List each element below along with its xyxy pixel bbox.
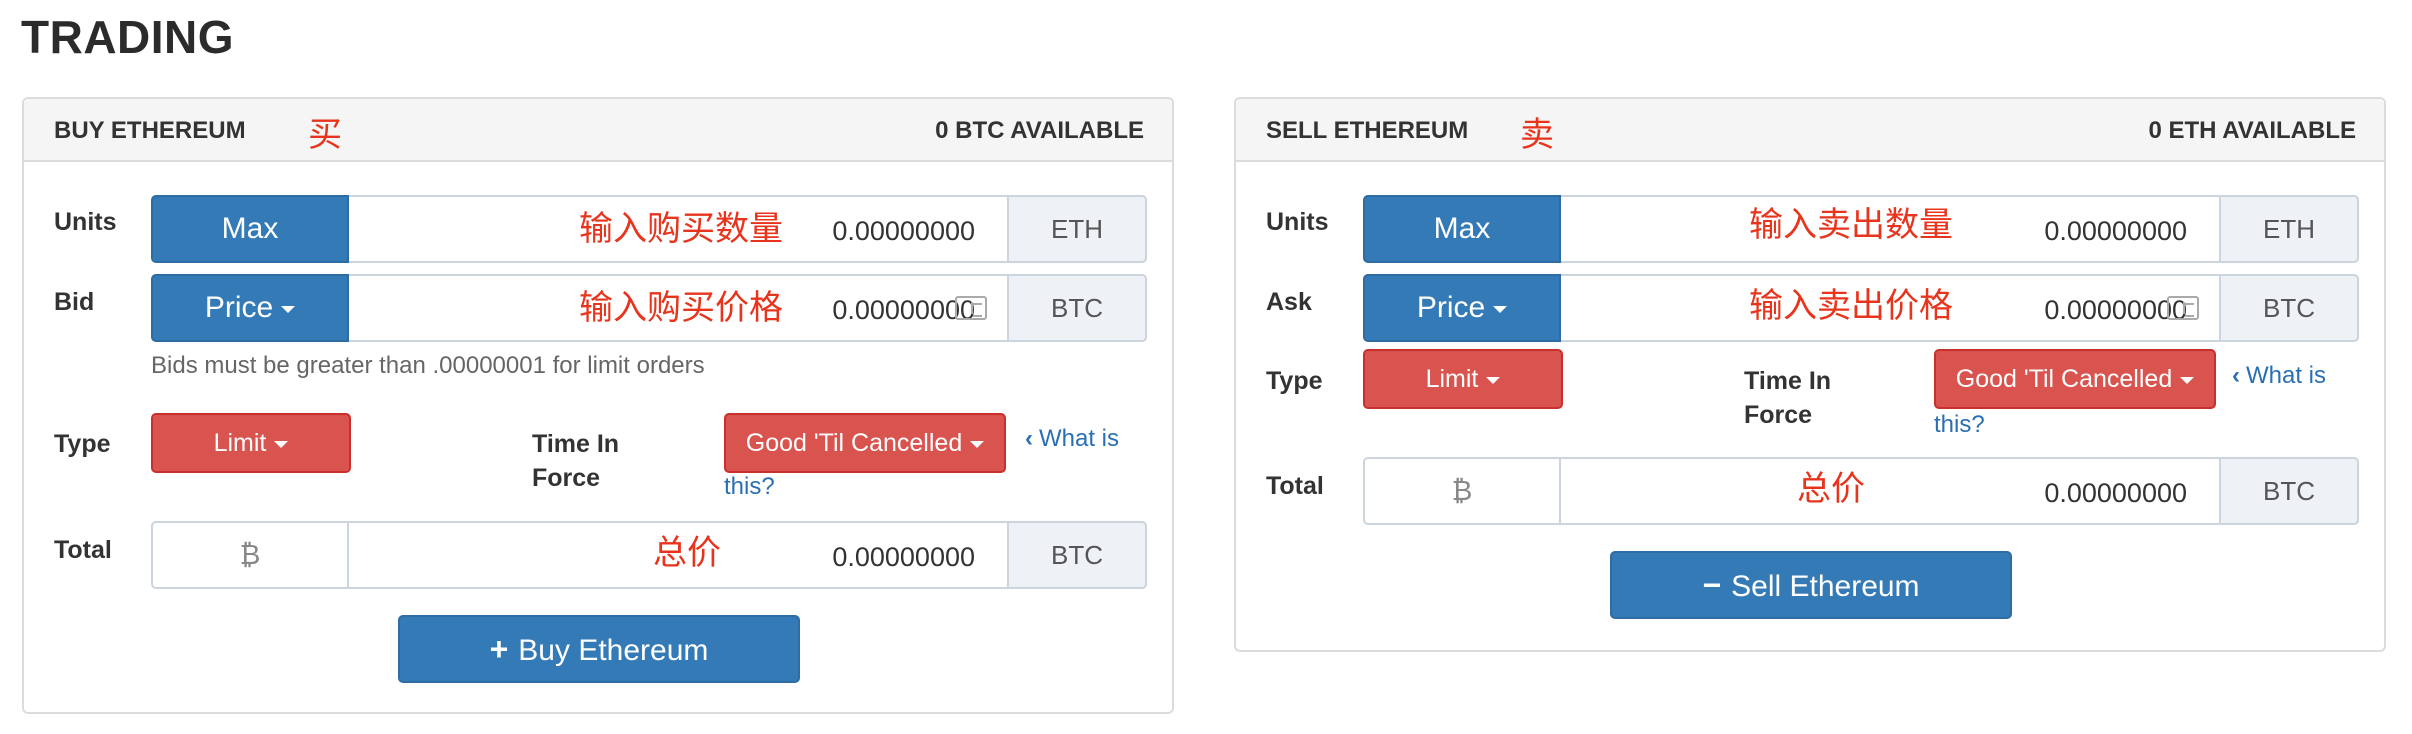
sell-price-input-group: Price 输入卖出价格 0.00000000 BTC: [1363, 274, 2359, 342]
sell-price-input[interactable]: 0.00000000: [1565, 276, 2187, 340]
buy-tif-label: Time In Force: [532, 427, 619, 495]
buy-panel: BUY ETHEREUM 买 0 BTC AVAILABLE Units Max…: [22, 97, 1174, 714]
sell-panel-title: SELL ETHEREUM: [1266, 117, 1469, 144]
sell-units-input-group: Max 输入卖出数量 0.00000000 ETH: [1363, 195, 2359, 263]
sell-units-currency: ETH: [2219, 195, 2359, 263]
sell-ethereum-button-label: Sell Ethereum: [1731, 570, 1920, 603]
buy-units-input-group: Max 输入购买数量 0.00000000 ETH: [151, 195, 1147, 263]
buy-help-text: Bids must be greater than .00000001 for …: [151, 352, 705, 379]
calculator-icon[interactable]: [2167, 296, 2199, 320]
buy-type-value: Limit: [213, 429, 267, 457]
calculator-icon[interactable]: [955, 296, 987, 320]
sell-tif-label: Time In Force: [1744, 364, 1831, 432]
sell-price-dropdown[interactable]: Price: [1363, 274, 1561, 342]
buy-panel-header: BUY ETHEREUM 买 0 BTC AVAILABLE: [24, 99, 1172, 162]
buy-units-input[interactable]: 0.00000000: [353, 197, 975, 261]
sell-panel-header: SELL ETHEREUM 卖 0 ETH AVAILABLE: [1236, 99, 2384, 162]
sell-available-balance: 0 ETH AVAILABLE: [2148, 117, 2356, 144]
buy-units-currency: ETH: [1007, 195, 1147, 263]
page-title: TRADING: [21, 11, 235, 63]
buy-total-currency: BTC: [1007, 521, 1147, 589]
buy-ethereum-button[interactable]: + Buy Ethereum: [398, 615, 800, 683]
bitcoin-icon: ₿: [1365, 459, 1561, 523]
caret-down-icon: [274, 440, 289, 448]
buy-type-label: Type: [54, 430, 111, 458]
buy-price-currency: BTC: [1007, 274, 1147, 342]
buy-total-input-group: ₿ 总价 0.00000000 BTC: [151, 521, 1147, 589]
buy-max-button[interactable]: Max: [151, 195, 349, 263]
plus-icon: +: [489, 631, 509, 667]
buy-available-balance: 0 BTC AVAILABLE: [935, 117, 1144, 144]
buy-bid-label: Bid: [54, 288, 95, 316]
sell-total-currency: BTC: [2219, 457, 2359, 525]
sell-type-value: Limit: [1425, 365, 1479, 393]
buy-panel-title: BUY ETHEREUM: [54, 117, 246, 144]
sell-tif-dropdown[interactable]: Good 'Til Cancelled: [1934, 349, 2216, 409]
sell-what-is-text: What is: [2246, 362, 2327, 389]
buy-price-dropdown[interactable]: Price: [151, 274, 349, 342]
caret-down-icon: [1486, 376, 1501, 384]
buy-price-input-group: Price 输入购买价格 0.00000000 BTC: [151, 274, 1147, 342]
minus-icon: −: [1702, 567, 1722, 603]
sell-tif-label-line-2: Force: [1744, 401, 1813, 429]
sell-type-label: Type: [1266, 367, 1323, 395]
caret-down-icon: [1493, 305, 1508, 313]
caret-down-icon: [281, 305, 296, 313]
buy-tif-dropdown[interactable]: Good 'Til Cancelled: [724, 413, 1006, 473]
sell-ask-label: Ask: [1266, 288, 1312, 316]
sell-total-input-group: ₿ 总价 0.00000000 BTC: [1363, 457, 2359, 525]
caret-down-icon: [970, 440, 985, 448]
sell-max-button[interactable]: Max: [1363, 195, 1561, 263]
chevron-left-icon: ‹: [1025, 425, 1033, 452]
buy-total-label: Total: [54, 536, 112, 564]
buy-tif-value: Good 'Til Cancelled: [745, 429, 963, 457]
sell-units-input[interactable]: 0.00000000: [1565, 197, 2187, 261]
sell-what-is-link-continued[interactable]: this?: [1934, 407, 1985, 443]
buy-total-input[interactable]: 0.00000000: [353, 523, 975, 587]
sell-tif-label-line-1: Time In: [1744, 367, 1832, 395]
chevron-left-icon: ‹: [2232, 362, 2240, 389]
sell-units-label: Units: [1266, 208, 1329, 236]
buy-units-label: Units: [54, 208, 117, 236]
sell-panel: SELL ETHEREUM 卖 0 ETH AVAILABLE Units Ma…: [1234, 97, 2386, 652]
sell-ethereum-button[interactable]: − Sell Ethereum: [1610, 551, 2012, 619]
buy-header-annotation: 买: [308, 115, 342, 155]
sell-price-currency: BTC: [2219, 274, 2359, 342]
buy-price-dropdown-label: Price: [204, 291, 274, 324]
buy-tif-label-line-1: Time In: [532, 430, 620, 458]
buy-what-is-link-continued[interactable]: this?: [724, 469, 775, 505]
buy-tif-label-line-2: Force: [532, 464, 601, 492]
buy-ethereum-button-label: Buy Ethereum: [518, 634, 709, 667]
buy-type-dropdown[interactable]: Limit: [151, 413, 351, 473]
sell-what-is-link[interactable]: ‹ What is: [2232, 358, 2326, 394]
caret-down-icon: [2180, 376, 2195, 384]
bitcoin-icon: ₿: [153, 523, 349, 587]
sell-price-dropdown-label: Price: [1416, 291, 1486, 324]
buy-price-input[interactable]: 0.00000000: [353, 276, 975, 340]
sell-total-label: Total: [1266, 472, 1324, 500]
sell-tif-value: Good 'Til Cancelled: [1955, 365, 2173, 393]
sell-type-dropdown[interactable]: Limit: [1363, 349, 1563, 409]
buy-what-is-link[interactable]: ‹ What is: [1025, 421, 1119, 457]
sell-header-annotation: 卖: [1520, 115, 1554, 155]
buy-what-is-text: What is: [1039, 425, 1120, 452]
sell-total-input[interactable]: 0.00000000: [1565, 459, 2187, 523]
